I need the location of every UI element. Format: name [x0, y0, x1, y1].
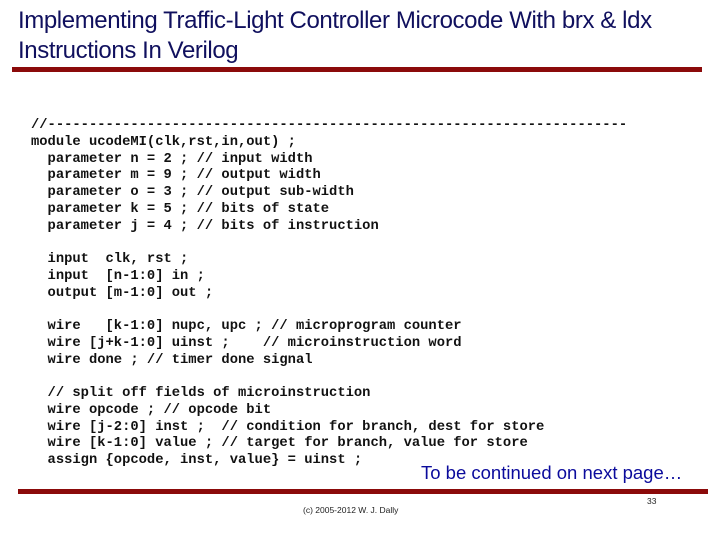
code-line: wire opcode ; // opcode bit — [31, 402, 272, 418]
code-line: //--------------------------------------… — [31, 118, 628, 133]
footer-divider — [18, 489, 708, 494]
code-line: wire [j+k-1:0] uinst ; // microinstructi… — [31, 335, 462, 351]
code-line: parameter k = 5 ; // bits of state — [31, 201, 330, 217]
code-line: input [n-1:0] in ; — [31, 268, 205, 284]
code-line: parameter m = 9 ; // output width — [31, 168, 321, 184]
continued-note: To be continued on next page… — [421, 462, 683, 483]
code-line: parameter n = 2 ; // input width — [31, 151, 313, 167]
code-line: wire [k-1:0] value ; // target for branc… — [31, 436, 528, 452]
code-line: parameter o = 3 ; // output sub-width — [31, 185, 354, 200]
slide-title-line-2: Instructions In Verilog — [18, 37, 239, 64]
code-line: output [m-1:0] out ; — [31, 285, 214, 301]
page-number: 33 — [647, 496, 657, 506]
code-line: // split off fields of microinstruction — [31, 386, 371, 401]
code-line: wire done ; // timer done signal — [31, 352, 313, 368]
code-line: wire [k-1:0] nupc, upc ; // microprogram… — [31, 319, 462, 334]
code-line: module ucodeMI(clk,rst,in,out) ; — [31, 134, 296, 150]
code-line: input clk, rst ; — [31, 252, 189, 267]
code-line: parameter j = 4 ; // bits of instruction — [31, 218, 379, 234]
footer-copyright: (c) 2005-2012 W. J. Dally — [303, 505, 399, 515]
verilog-code-block: //--------------------------------------… — [31, 118, 627, 470]
title-divider — [12, 67, 702, 72]
code-line: wire [j-2:0] inst ; // condition for bra… — [31, 419, 545, 435]
slide-title: Implementing Traffic-Light Controller Mi… — [18, 6, 708, 66]
slide-title-line-1: Implementing Traffic-Light Controller Mi… — [18, 7, 652, 34]
